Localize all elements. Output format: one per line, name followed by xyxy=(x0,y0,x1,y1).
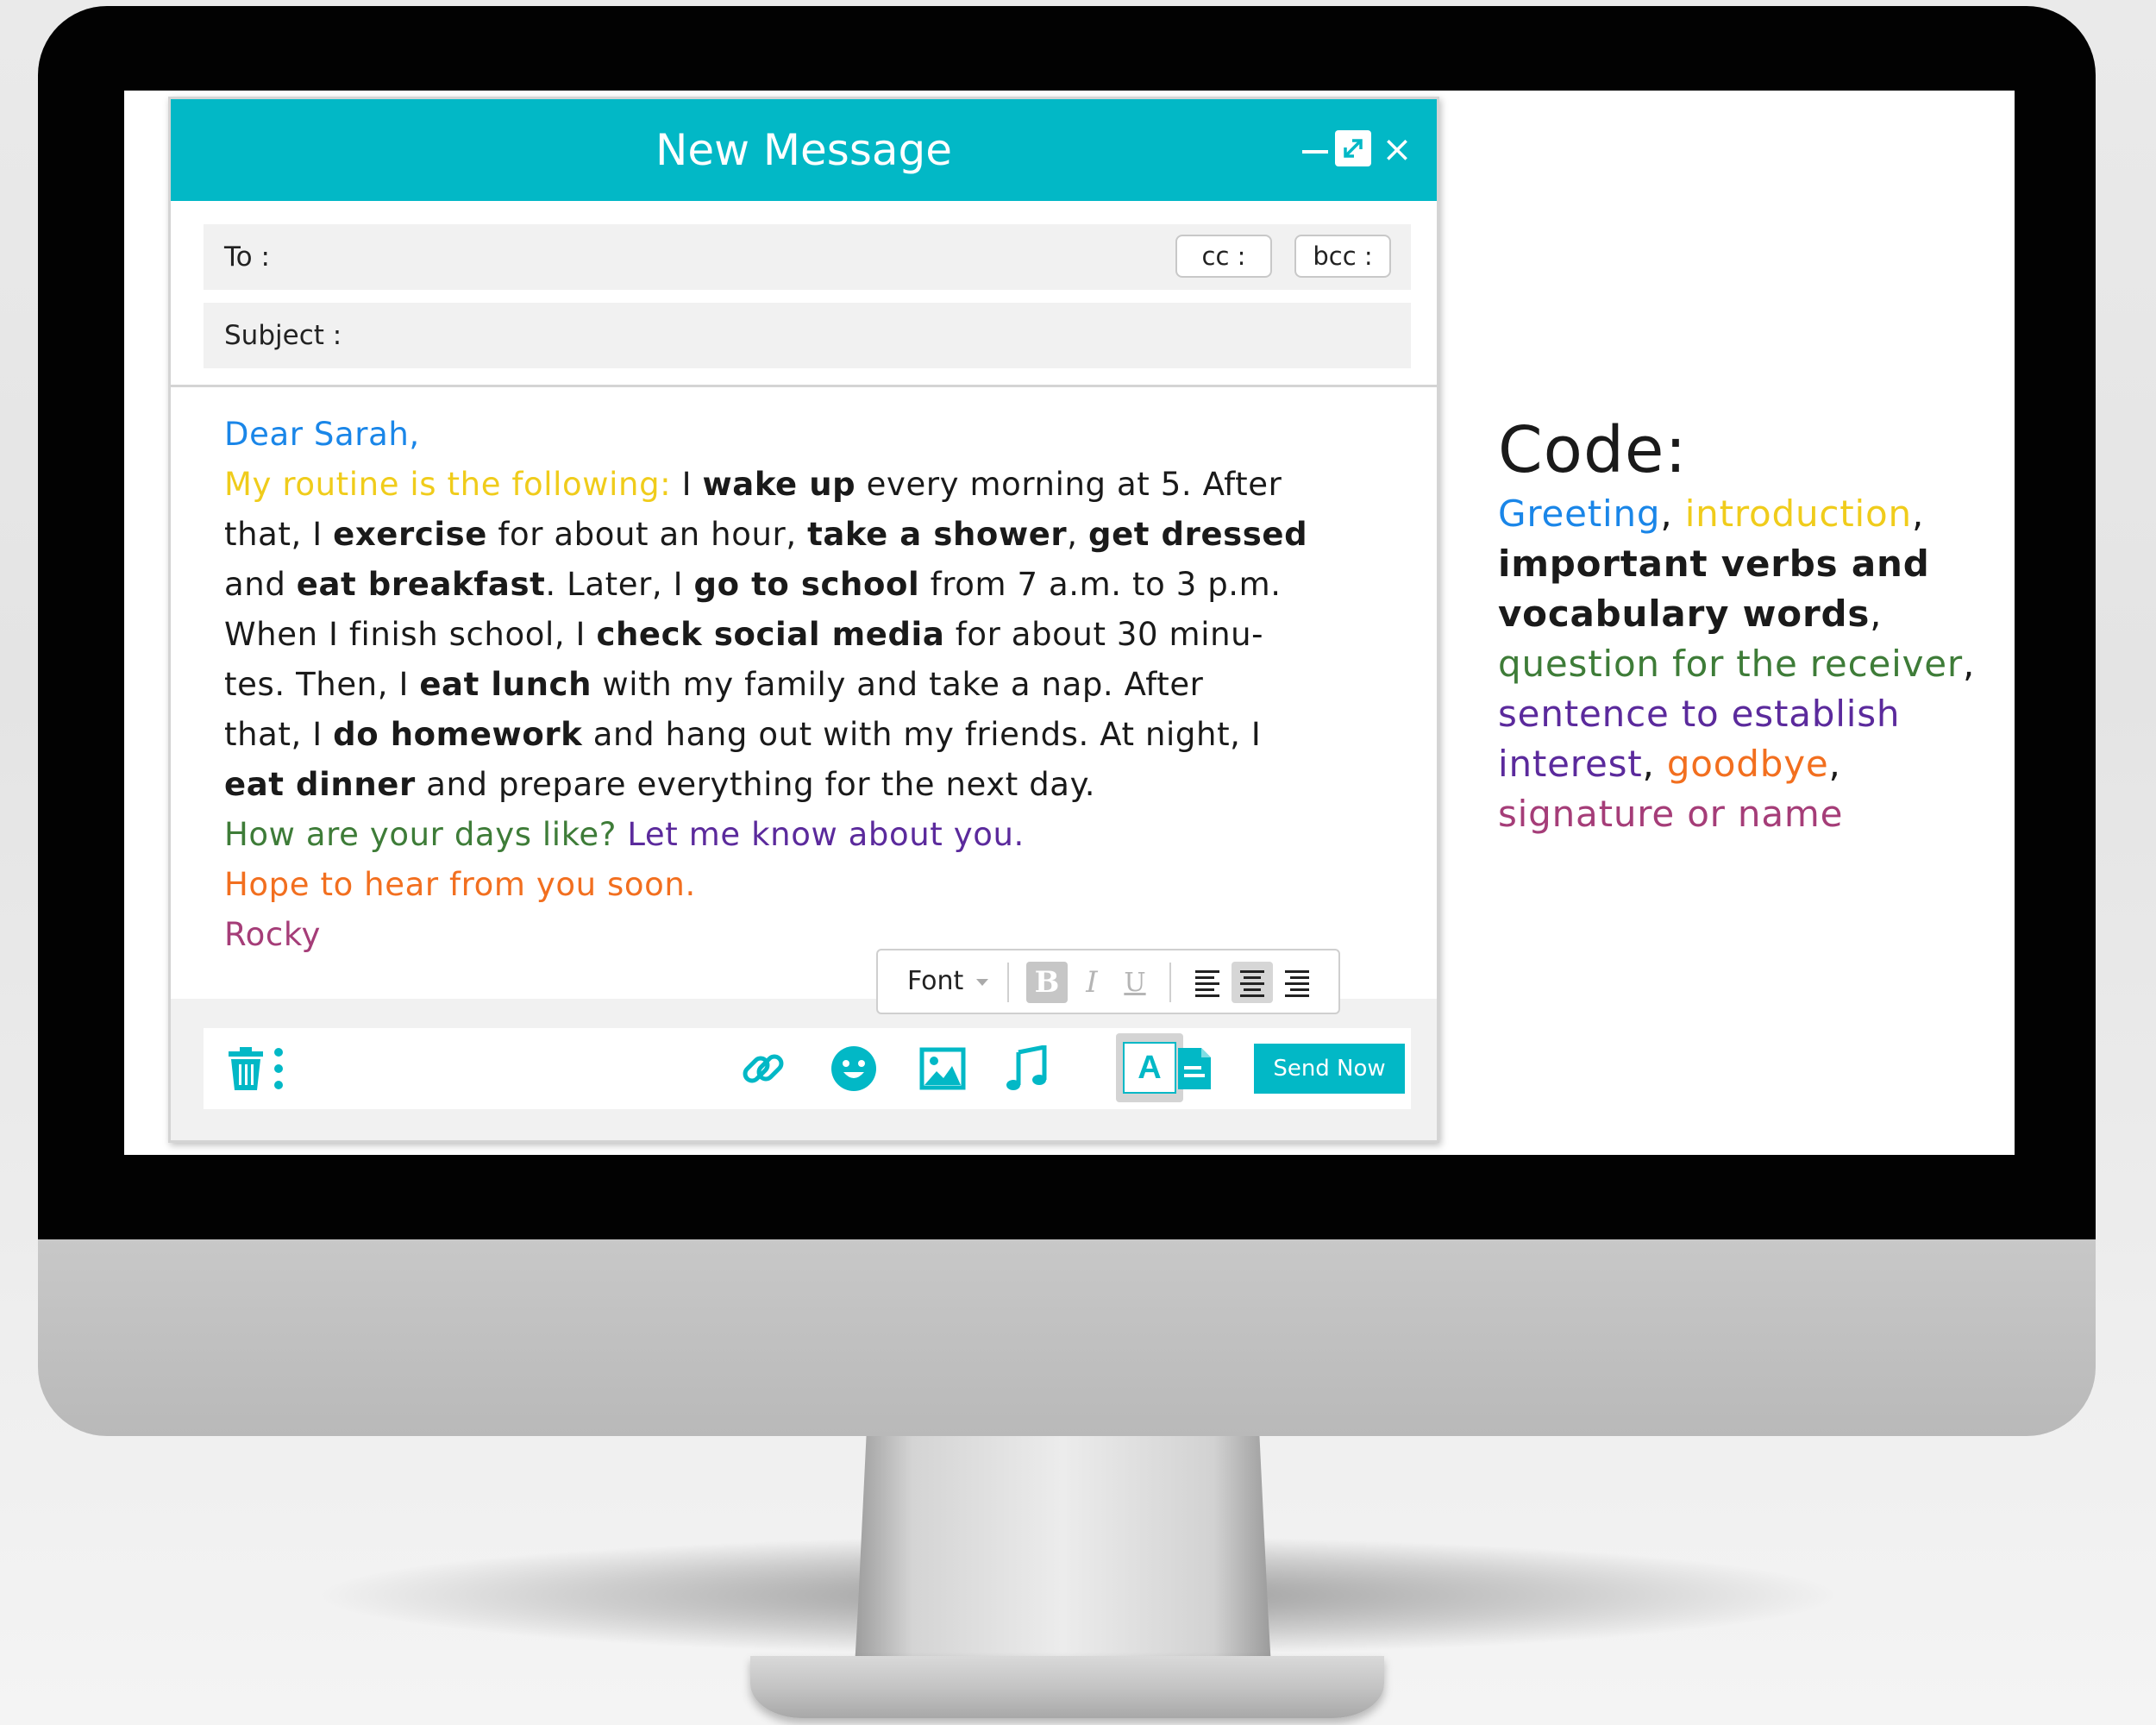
toolbar-separator xyxy=(1007,963,1009,1002)
introduction-text: My routine is the following: xyxy=(224,466,672,503)
send-now-button[interactable]: Send Now xyxy=(1254,1044,1405,1094)
body-text: that, I xyxy=(224,516,334,553)
question-text: How are your days like? xyxy=(224,816,617,853)
body-text: with my family and take a nap. After xyxy=(592,666,1204,703)
legend-body: Greeting, introduction, important verbs … xyxy=(1498,489,2007,839)
subject-label: Subject : xyxy=(224,320,342,351)
align-left-button[interactable] xyxy=(1187,962,1228,1003)
interest-text: Let me know about you. xyxy=(617,816,1025,853)
align-center-button[interactable] xyxy=(1232,962,1273,1003)
legend-separator: , xyxy=(1870,593,1883,635)
body-text: for about 30 minu- xyxy=(944,616,1264,653)
key-verb: do homework xyxy=(333,716,583,753)
body-text: that, I xyxy=(224,716,334,753)
bold-button[interactable]: B xyxy=(1026,962,1068,1003)
chevron-down-icon[interactable] xyxy=(976,979,988,986)
body-line: tes. Then, I eat lunch with my family an… xyxy=(224,660,1397,710)
legend-separator: , xyxy=(1911,492,1925,535)
monitor-stand-base xyxy=(750,1656,1384,1718)
key-verb: go to school xyxy=(693,566,920,603)
body-text: and hang out with my friends. At night, … xyxy=(582,716,1262,753)
legend-introduction: introduction xyxy=(1684,492,1912,535)
body-line: that, I exercise for about an hour, take… xyxy=(224,510,1397,560)
more-vertical-icon[interactable] xyxy=(266,1044,291,1094)
music-note-icon[interactable] xyxy=(1001,1044,1051,1094)
key-verb: exercise xyxy=(333,516,487,553)
body-text: every morning at 5. After xyxy=(856,466,1282,503)
legend-separator: , xyxy=(1828,743,1841,785)
format-toolbar: Font B I U xyxy=(876,949,1340,1014)
toolbar-separator xyxy=(1169,963,1171,1002)
signature-text: Rocky xyxy=(224,916,322,953)
key-verb: get dressed xyxy=(1088,516,1308,553)
body-line: My routine is the following: I wake up e… xyxy=(224,460,1397,510)
legend-separator: , xyxy=(1642,743,1655,785)
legend-separator: , xyxy=(1962,643,1976,685)
key-verb: eat lunch xyxy=(419,666,592,703)
body-text: . Later, I xyxy=(545,566,694,603)
link-icon[interactable] xyxy=(738,1044,788,1094)
subject-field[interactable]: Subject : xyxy=(204,303,1411,368)
close-icon[interactable]: × xyxy=(1378,130,1416,168)
window-title: New Message xyxy=(655,125,953,175)
key-verb: eat breakfast xyxy=(296,566,546,603)
body-text: for about an hour, xyxy=(486,516,808,553)
trash-icon[interactable] xyxy=(221,1044,271,1094)
font-dropdown[interactable]: Font xyxy=(907,950,963,1013)
key-verb: eat dinner xyxy=(224,766,416,803)
expand-icon[interactable] xyxy=(1335,130,1371,166)
action-bar: A Send Now xyxy=(204,1028,1411,1109)
legend-important: important verbs and vocabulary words xyxy=(1498,543,1930,635)
bcc-button[interactable]: bcc : xyxy=(1294,235,1391,278)
document-icon[interactable] xyxy=(1169,1044,1219,1094)
cc-button[interactable]: cc : xyxy=(1175,235,1272,278)
greeting-text: Dear Sarah, xyxy=(224,416,420,453)
title-bar: New Message × xyxy=(171,99,1437,201)
legend-separator: , xyxy=(1660,492,1685,535)
divider xyxy=(171,385,1437,387)
italic-button[interactable]: I xyxy=(1071,962,1112,1003)
goodbye-text: Hope to hear from you soon. xyxy=(224,866,696,903)
underline-button[interactable]: U xyxy=(1114,962,1156,1003)
legend-goodbye: goodbye xyxy=(1666,743,1829,785)
body-text: and prepare everything for the next day. xyxy=(415,766,1096,803)
monitor-stand xyxy=(854,1436,1272,1682)
legend-signature: signature or name xyxy=(1498,793,1844,835)
body-text: and xyxy=(224,566,297,603)
key-verb: check social media xyxy=(596,616,945,653)
key-verb: take a shower xyxy=(807,516,1068,553)
body-text: , xyxy=(1067,516,1088,553)
body-line: eat dinner and prepare everything for th… xyxy=(224,760,1397,810)
greeting-line: Dear Sarah, xyxy=(224,410,1397,460)
minimize-icon[interactable] xyxy=(1296,130,1334,168)
monitor-screen: New Message × To : cc : bcc : Subject : … xyxy=(124,91,2015,1155)
body-text: I xyxy=(671,466,703,503)
text-format-label: A xyxy=(1123,1042,1176,1094)
goodbye-line: Hope to hear from you soon. xyxy=(224,860,1397,910)
color-code-legend: Code: Greeting, introduction, important … xyxy=(1498,411,2007,839)
compose-window: New Message × To : cc : bcc : Subject : … xyxy=(168,97,1439,1143)
body-text: from 7 a.m. to 3 p.m. xyxy=(919,566,1282,603)
body-line: and eat breakfast. Later, I go to school… xyxy=(224,560,1397,610)
body-text: When I finish school, I xyxy=(224,616,597,653)
legend-greeting: Greeting xyxy=(1498,492,1661,535)
question-line: How are your days like? Let me know abou… xyxy=(224,810,1397,860)
legend-title: Code: xyxy=(1498,413,1688,487)
legend-question: question for the receiver xyxy=(1498,643,1963,685)
body-text: tes. Then, I xyxy=(224,666,420,703)
to-label: To : xyxy=(224,242,270,273)
image-icon[interactable] xyxy=(918,1044,968,1094)
key-verb: wake up xyxy=(702,466,856,503)
body-line: that, I do homework and hang out with my… xyxy=(224,710,1397,760)
align-right-button[interactable] xyxy=(1276,962,1318,1003)
message-body[interactable]: Dear Sarah, My routine is the following:… xyxy=(224,410,1397,960)
body-line: When I finish school, I check social med… xyxy=(224,610,1397,660)
to-field[interactable]: To : cc : bcc : xyxy=(204,224,1411,290)
smiley-icon[interactable] xyxy=(829,1044,879,1094)
